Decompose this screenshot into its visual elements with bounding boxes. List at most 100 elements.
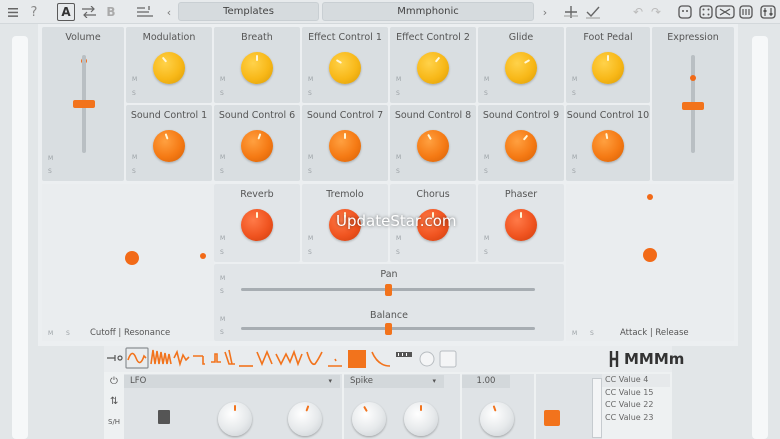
note-icon[interactable] bbox=[158, 410, 170, 424]
knob-cell-sound-control-8: Sound Control 8 M S bbox=[390, 105, 476, 181]
sound-control-7-knob[interactable] bbox=[329, 130, 361, 162]
knob-cell-sound-control-10: Sound Control 10 M S bbox=[566, 105, 650, 181]
expression-fader-thumb[interactable] bbox=[682, 102, 704, 110]
mode-b-button[interactable]: B bbox=[104, 3, 118, 21]
knob-cell-foot-pedal: Foot Pedal M S bbox=[566, 27, 650, 103]
lfo-shape-pulse bbox=[211, 353, 221, 363]
pan-label: Pan bbox=[380, 269, 398, 280]
smiley-icon[interactable] bbox=[677, 3, 692, 21]
swap-ab-icon[interactable] bbox=[81, 3, 97, 21]
help-icon[interactable]: ? bbox=[28, 3, 40, 21]
lfo-rate-knob[interactable] bbox=[218, 402, 252, 436]
volume-fader-thumb[interactable] bbox=[73, 100, 95, 108]
expression-label: Expression bbox=[667, 32, 719, 43]
knob-cell-glide: Glide M S bbox=[478, 27, 564, 103]
left-side-strip bbox=[12, 36, 28, 439]
sync-arrows-icon[interactable]: ⇅ bbox=[110, 396, 118, 407]
mode-a-button[interactable]: A bbox=[57, 3, 75, 21]
lfo-depth-knob[interactable] bbox=[288, 402, 322, 436]
lfo-shape-dropdown[interactable]: Spike ▾ bbox=[344, 375, 444, 388]
brand-name: MMMm bbox=[624, 350, 685, 368]
sound-control-1-knob[interactable] bbox=[153, 130, 185, 162]
cc-value-item[interactable]: CC Value 23 bbox=[602, 412, 670, 425]
knob-cell-reverb: Reverb M S bbox=[214, 184, 300, 262]
controller-panel: Volume M S Expression Modulation M S Bre… bbox=[38, 24, 738, 346]
midi-learn-icon[interactable] bbox=[739, 3, 753, 21]
lfo-shape-triangle bbox=[256, 349, 273, 367]
lfo-scrollbar[interactable] bbox=[592, 378, 602, 438]
reverb-knob[interactable] bbox=[241, 209, 273, 241]
lfo-type-panel: LFO ▾ bbox=[124, 374, 342, 439]
lfo-shape-strip: MMMm bbox=[104, 346, 684, 372]
knob-cell-sound-control-7: Sound Control 7 M S bbox=[302, 105, 388, 181]
rate-value-field[interactable]: 1.00 bbox=[462, 375, 510, 388]
route-icon[interactable] bbox=[544, 410, 560, 426]
add-icon[interactable] bbox=[563, 3, 579, 21]
redo-icon[interactable]: ↷ bbox=[650, 3, 662, 21]
cutoff-resonance-label: Cutoff | Resonance bbox=[90, 328, 171, 338]
rate-knob[interactable] bbox=[480, 402, 514, 436]
effect-control-2-knob[interactable] bbox=[417, 52, 449, 84]
prev-icon[interactable]: ‹ bbox=[164, 3, 174, 21]
cc-value-list: CC Value 4 CC Value 15 CC Value 22 CC Va… bbox=[602, 374, 670, 439]
modulation-knob[interactable] bbox=[153, 52, 185, 84]
knob-cell-effect-control-2: Effect Control 2 M S bbox=[390, 27, 476, 103]
attack-release-target-dot bbox=[647, 194, 653, 200]
confirm-icon[interactable] bbox=[585, 3, 601, 21]
foot-pedal-knob[interactable] bbox=[592, 52, 624, 84]
sound-control-9-knob[interactable] bbox=[505, 130, 537, 162]
lfo-shape-random bbox=[173, 349, 190, 367]
cutoff-resonance-target-dot bbox=[200, 253, 206, 259]
sound-control-8-knob[interactable] bbox=[417, 130, 449, 162]
lfo-shape-noise bbox=[150, 349, 172, 365]
preset-name-field[interactable]: Mmmphonic bbox=[322, 2, 534, 21]
cc-value-item[interactable]: CC Value 4 bbox=[602, 374, 670, 387]
lfo-shape-panel: Spike ▾ bbox=[344, 374, 460, 439]
cc-value-item[interactable]: CC Value 15 bbox=[602, 387, 670, 400]
cutoff-resonance-pad[interactable]: M S Cutoff | Resonance bbox=[42, 184, 214, 341]
pan-balance-cell: Pan M S Balance M S bbox=[214, 264, 564, 341]
lfo-shape-dot bbox=[328, 358, 342, 367]
lfo-shape-square-block bbox=[348, 350, 366, 368]
knob-cell-effect-control-1: Effect Control 1 M S bbox=[302, 27, 388, 103]
list-arrow-icon[interactable] bbox=[136, 3, 154, 21]
effect-control-1-knob[interactable] bbox=[329, 52, 361, 84]
attack-release-handle[interactable] bbox=[643, 248, 657, 262]
volume-label: Volume bbox=[65, 32, 101, 43]
knob-cell-sound-control-9: Sound Control 9 M S bbox=[478, 105, 564, 181]
settings-sliders-icon[interactable] bbox=[760, 3, 776, 21]
breath-knob[interactable] bbox=[241, 52, 273, 84]
power-icon[interactable]: ⏻ bbox=[110, 376, 118, 387]
glide-knob[interactable] bbox=[505, 52, 537, 84]
templates-button[interactable]: Templates bbox=[178, 2, 319, 21]
shape-knob-2[interactable] bbox=[404, 402, 438, 436]
shape-knob-1[interactable] bbox=[352, 402, 386, 436]
lfo-rate-panel: 1.00 bbox=[462, 374, 534, 439]
pan-slider-thumb[interactable] bbox=[385, 284, 392, 296]
phaser-knob[interactable] bbox=[505, 209, 537, 241]
sound-control-10-knob[interactable] bbox=[592, 130, 624, 162]
lfo-type-dropdown[interactable]: LFO ▾ bbox=[124, 375, 340, 388]
cutoff-resonance-handle[interactable] bbox=[125, 251, 139, 265]
cc-value-item[interactable]: CC Value 22 bbox=[602, 399, 670, 412]
lfo-shape-curve bbox=[306, 351, 323, 366]
menu-icon[interactable] bbox=[6, 3, 20, 21]
attack-release-label: Attack | Release bbox=[620, 328, 689, 338]
balance-slider-thumb[interactable] bbox=[385, 323, 392, 335]
balance-label: Balance bbox=[370, 310, 408, 321]
next-icon[interactable]: › bbox=[540, 3, 550, 21]
sound-control-6-knob[interactable] bbox=[241, 130, 273, 162]
lfo-route-panel bbox=[536, 374, 602, 439]
top-toolbar: ? A B ‹ Templates Mmmphonic › ↶ ↷ bbox=[0, 0, 780, 24]
attack-release-pad[interactable]: M S Attack | Release bbox=[566, 184, 734, 341]
brand-logo-icon bbox=[609, 351, 619, 367]
lfo-off-icon bbox=[107, 355, 123, 361]
knob-cell-sound-control-1: Sound Control 1 M S bbox=[126, 105, 212, 181]
dice-icon[interactable] bbox=[698, 3, 713, 21]
undo-icon[interactable]: ↶ bbox=[632, 3, 644, 21]
random-icon[interactable] bbox=[715, 3, 735, 21]
knob-cell-sound-control-6: Sound Control 6 M S bbox=[214, 105, 300, 181]
knob-cell-breath: Breath M S bbox=[214, 27, 300, 103]
lfo-shape-zigzag bbox=[275, 349, 303, 367]
lfo-shape-sine bbox=[127, 352, 147, 364]
